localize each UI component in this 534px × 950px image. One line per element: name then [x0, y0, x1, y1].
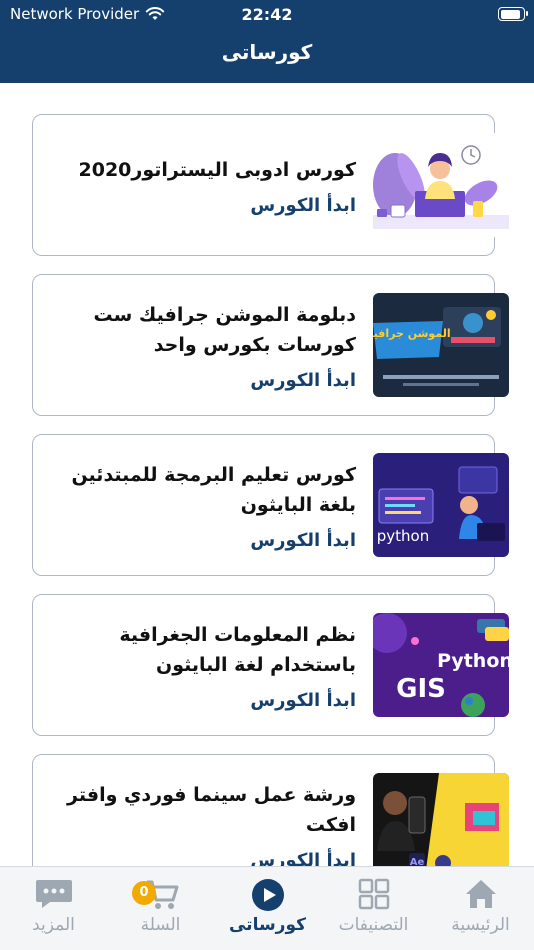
status-time: 22:42 [241, 5, 293, 24]
course-title[interactable]: كورس تعليم البرمجة للمبتدئين بلغة البايث… [47, 460, 356, 520]
tab-label: الرئيسية [451, 915, 510, 935]
app-header: Network Provider 22:42 كورساتى [0, 0, 534, 83]
cart-badge: 0 [132, 881, 156, 905]
play-circle-icon [214, 878, 321, 912]
tab-categories[interactable]: التصنيفات [320, 867, 427, 950]
start-course-link[interactable]: ابدأ الكورس [47, 370, 356, 391]
thumb-text: python [377, 527, 429, 545]
battery-fill [500, 9, 520, 19]
course-thumbnail[interactable] [373, 133, 509, 237]
home-icon [427, 878, 534, 912]
thumb-text-gis: GIS [396, 674, 446, 704]
battery-icon [498, 7, 528, 21]
tab-my-courses[interactable]: كورساتى [214, 867, 321, 950]
course-text: ورشة عمل سينما فوردي وافتر افكت ابدأ الك… [47, 755, 356, 868]
course-thumbnail[interactable]: python [373, 453, 509, 557]
tab-more[interactable]: المزيد [0, 867, 107, 950]
start-course-link[interactable]: ابدأ الكورس [47, 690, 356, 711]
course-text: دبلومة الموشن جرافيك ست كورسات بكورس واح… [47, 275, 356, 415]
tab-label: السلة [140, 915, 181, 935]
more-chat-icon [0, 878, 107, 912]
tab-label: المزيد [32, 915, 75, 935]
course-list[interactable]: كورس ادوبى اليستراتور2020 ابدأ الكورس ال… [0, 83, 534, 867]
tab-label: التصنيفات [338, 915, 409, 935]
tab-label: كورساتى [228, 915, 306, 935]
start-course-link[interactable]: ابدأ الكورس [47, 195, 356, 216]
course-title[interactable]: دبلومة الموشن جرافيك ست كورسات بكورس واح… [47, 300, 356, 360]
course-thumbnail[interactable]: Ae [373, 773, 509, 867]
course-card[interactable]: python كورس تعليم البرمجة للمبتدئين بلغة… [32, 434, 509, 576]
status-bar: Network Provider 22:42 [0, 0, 534, 28]
course-thumbnail[interactable]: Python GIS [373, 613, 509, 717]
bottom-tab-bar: المزيد 0 السلة كورساتى التصنيفات الرئيسي… [0, 866, 534, 950]
course-title[interactable]: كورس ادوبى اليستراتور2020 [47, 155, 356, 185]
tab-home[interactable]: الرئيسية [427, 867, 534, 950]
course-card[interactable]: Python GIS نظم المعلومات الجغرافية باستخ… [32, 594, 509, 736]
course-title[interactable]: ورشة عمل سينما فوردي وافتر افكت [47, 780, 356, 840]
tab-cart[interactable]: 0 السلة [107, 867, 214, 950]
course-card[interactable]: كورس ادوبى اليستراتور2020 ابدأ الكورس [32, 114, 509, 256]
categories-grid-icon [320, 878, 427, 912]
course-text: كورس ادوبى اليستراتور2020 ابدأ الكورس [47, 115, 356, 255]
thumb-text: الموشن جرافيك [373, 327, 451, 340]
start-course-link[interactable]: ابدأ الكورس [47, 850, 356, 868]
course-title[interactable]: نظم المعلومات الجغرافية باستخدام لغة الب… [47, 620, 356, 680]
course-card[interactable]: Ae ورشة عمل سينما فوردي وافتر افكت ابدأ … [32, 754, 509, 868]
page-title: كورساتى [221, 40, 313, 64]
course-text: كورس تعليم البرمجة للمبتدئين بلغة البايث… [47, 435, 356, 575]
course-card[interactable]: الموشن جرافيك دبلومة الموشن جرافيك ست كو… [32, 274, 509, 416]
cart-icon [107, 878, 214, 912]
course-text: نظم المعلومات الجغرافية باستخدام لغة الب… [47, 595, 356, 735]
thumb-text-python: Python [437, 650, 509, 672]
course-thumbnail[interactable]: الموشن جرافيك [373, 293, 509, 397]
start-course-link[interactable]: ابدأ الكورس [47, 530, 356, 551]
